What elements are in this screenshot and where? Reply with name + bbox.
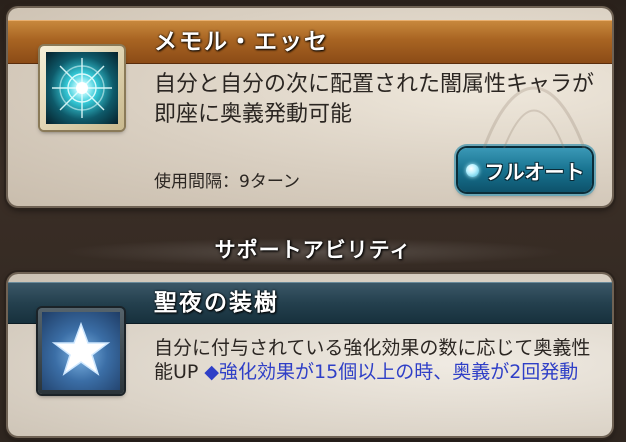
ability-name: メモル・エッセ bbox=[154, 29, 329, 55]
radiant-crystal-icon-graphic bbox=[52, 58, 112, 118]
support-description: 自分に付与されている強化効果の数に応じて奥義性能UP ◆強化効果が15個以上の時… bbox=[154, 336, 604, 384]
support-panel: 聖夜の装樹 自分に付与されている強化効果の数に応じて奥義性能UP ◆強化効果が1… bbox=[8, 274, 612, 436]
radiant-crystal-icon bbox=[46, 52, 118, 124]
ornament-decoration bbox=[482, 86, 586, 149]
support-description-note: ◆強化効果が15個以上の時、奥義が2回発動 bbox=[204, 361, 579, 383]
ability-panel: メモル・エッセ 自分と自分の次に配置された闇属性キャラが即座に奥義発動可能 使用… bbox=[8, 8, 612, 206]
ability-cooldown: 使用間隔：9ターン bbox=[154, 172, 300, 192]
star-icon bbox=[42, 312, 120, 390]
support-section-heading: サポートアビリティ bbox=[214, 238, 412, 262]
support-icon-frame[interactable] bbox=[38, 308, 124, 394]
ability-icon-frame[interactable] bbox=[40, 46, 124, 130]
star-icon-graphic bbox=[51, 321, 111, 376]
support-name: 聖夜の装樹 bbox=[154, 290, 279, 316]
